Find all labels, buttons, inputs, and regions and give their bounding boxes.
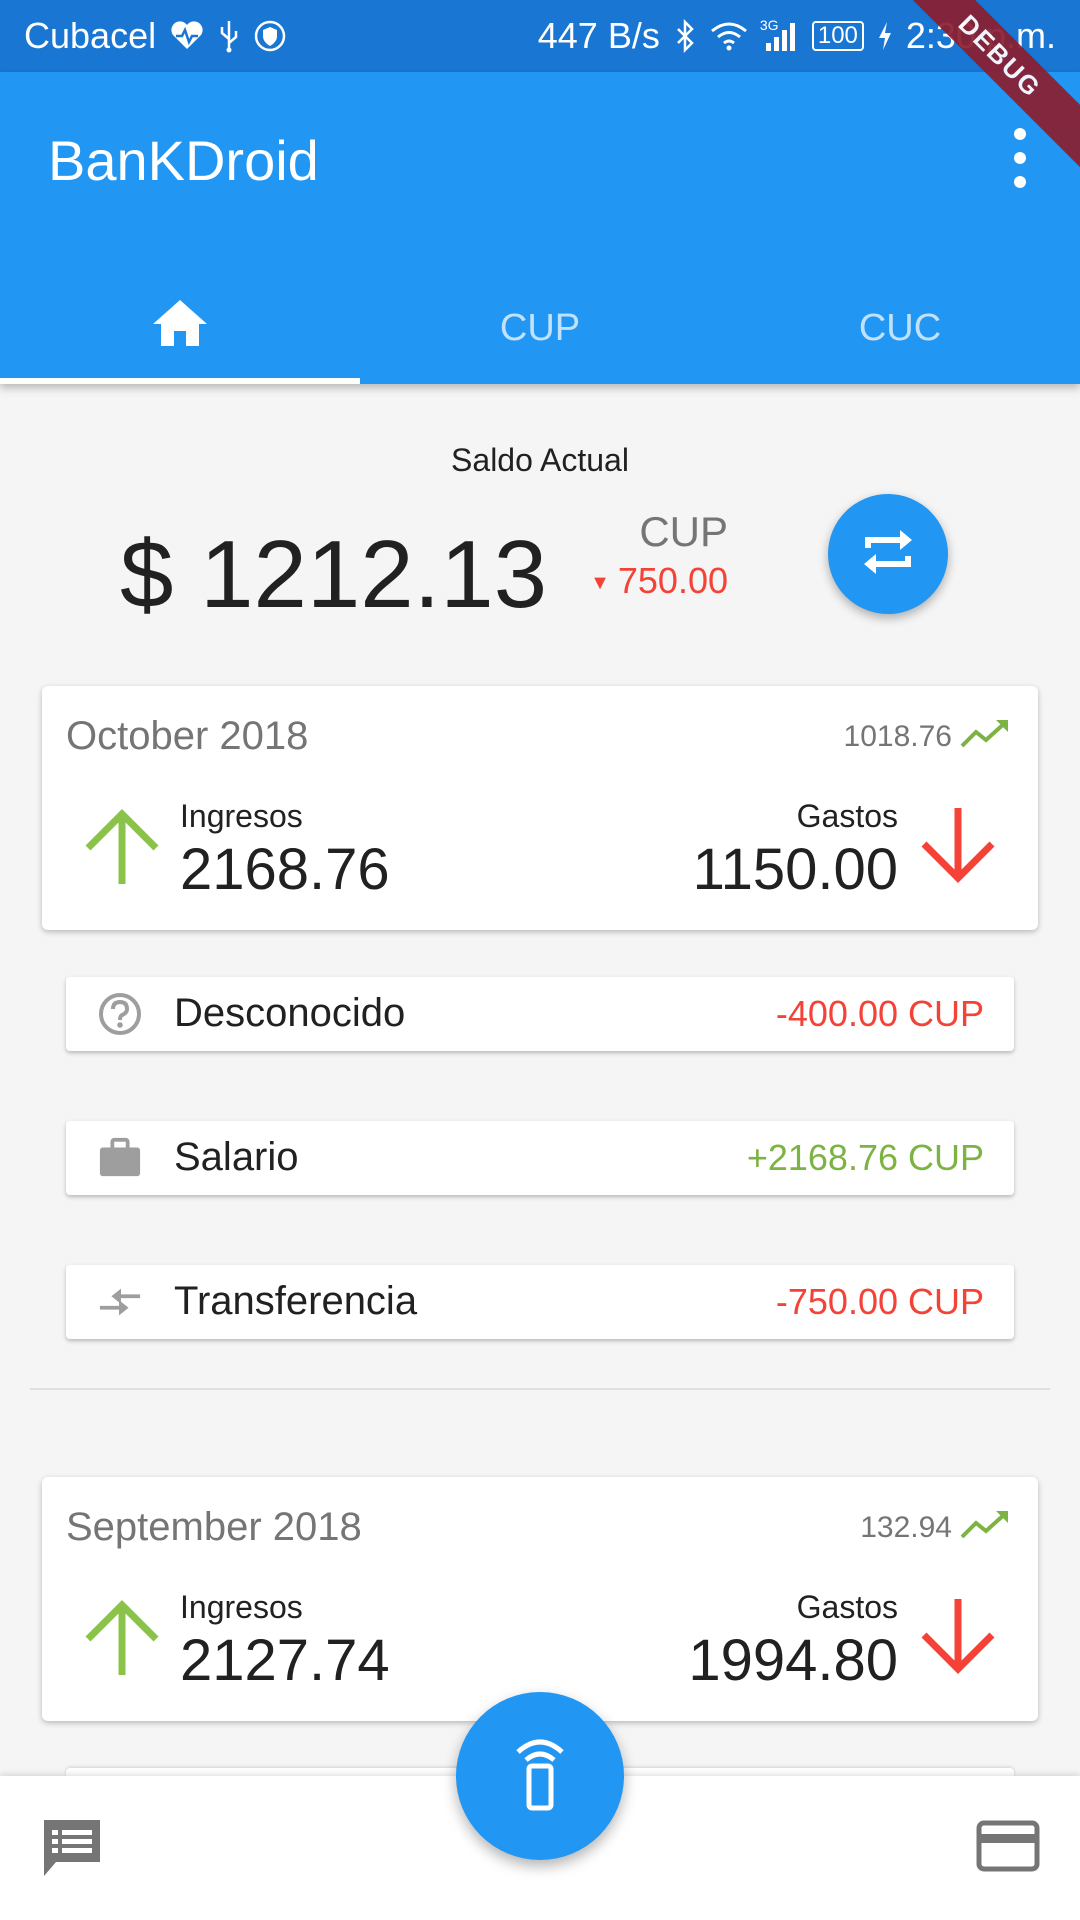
tab-bar: CUP CUC	[0, 272, 1080, 384]
overflow-menu-button[interactable]	[1000, 128, 1040, 188]
menu-dot-icon	[1014, 128, 1026, 140]
arrow-up-icon	[82, 806, 162, 891]
transaction-label: Desconocido	[174, 991, 406, 1035]
arrow-up-icon	[82, 1597, 162, 1682]
month-delta: 132.94	[860, 1509, 1010, 1547]
messages-list-icon[interactable]	[40, 1816, 104, 1885]
income-label: Ingresos	[180, 1589, 303, 1625]
arrow-down-icon	[918, 806, 998, 891]
month-card-september[interactable]: September 2018 132.94 Ingresos 2127.74 G…	[42, 1477, 1038, 1721]
balance-amount: $ 1212.13	[120, 521, 548, 628]
tab-cup[interactable]: CUP	[360, 272, 720, 384]
briefcase-icon	[98, 1136, 142, 1180]
shield-icon	[254, 19, 286, 53]
wifi-icon	[710, 21, 748, 51]
decrease-triangle-icon: ▼	[590, 571, 610, 594]
tab-cuc[interactable]: CUC	[720, 272, 1080, 384]
month-delta-value: 1018.76	[843, 720, 952, 753]
charging-icon	[878, 22, 892, 50]
income-value: 2168.76	[180, 837, 390, 902]
balance-change-value: 750.00	[617, 560, 728, 601]
section-divider	[30, 1388, 1050, 1390]
transaction-row-desconocido[interactable]: Desconocido -400.00 CUP	[66, 977, 1014, 1051]
month-name: October 2018	[66, 714, 309, 758]
trending-up-icon	[960, 1509, 1010, 1547]
month-delta-value: 132.94	[860, 1511, 952, 1544]
menu-dot-icon	[1014, 152, 1026, 164]
balance-currency: CUP	[639, 508, 728, 555]
expense-value: 1150.00	[692, 837, 898, 902]
arrow-down-icon	[918, 1597, 998, 1682]
credit-card-icon[interactable]	[976, 1820, 1040, 1877]
transaction-amount: -400.00 CUP	[775, 993, 984, 1034]
balance-label: Saldo Actual	[451, 442, 629, 478]
swap-currency-button[interactable]	[828, 494, 948, 614]
transfer-icon	[98, 1280, 142, 1324]
income-value: 2127.74	[180, 1628, 390, 1693]
transaction-amount: -750.00 CUP	[775, 1281, 984, 1322]
app-title: BanKDroid	[48, 129, 319, 192]
app-bar: BanKDroid CUP CUC	[0, 72, 1080, 384]
signal-icon: 3G	[760, 17, 798, 51]
expense-value: 1994.80	[688, 1628, 898, 1693]
carrier-name: Cubacel	[24, 15, 157, 56]
usb-icon	[218, 19, 240, 53]
help-circle-icon	[98, 992, 142, 1036]
phone-signal-icon	[512, 1736, 568, 1817]
tab-cuc-label: CUC	[858, 306, 942, 349]
transaction-amount: +2168.76 CUP	[746, 1137, 984, 1178]
menu-dot-icon	[1014, 176, 1026, 188]
month-card-october[interactable]: October 2018 1018.76 Ingresos 2168.76 Ga…	[42, 686, 1038, 930]
transaction-label: Transferencia	[174, 1279, 418, 1323]
transaction-row-salario[interactable]: Salario +2168.76 CUP	[66, 1121, 1014, 1195]
swap-icon	[858, 524, 918, 585]
balance-change: ▼ 750.00	[560, 560, 728, 602]
home-icon	[151, 298, 209, 358]
remote-phone-button[interactable]	[456, 1692, 624, 1860]
transaction-row-transferencia[interactable]: Transferencia -750.00 CUP	[66, 1265, 1014, 1339]
tab-cup-label: CUP	[499, 306, 581, 349]
transaction-label: Salario	[174, 1135, 299, 1179]
bluetooth-icon	[674, 19, 696, 53]
month-name: September 2018	[66, 1505, 362, 1549]
income-label: Ingresos	[180, 798, 303, 834]
tab-home[interactable]	[0, 272, 360, 384]
month-delta: 1018.76	[844, 718, 1010, 756]
trending-up-icon	[960, 718, 1010, 756]
battery-level: 100	[817, 22, 858, 49]
expense-label: Gastos	[796, 1589, 898, 1625]
status-bar: Cubacel 447 B/s 3G 100 2:30 p.m.	[0, 0, 1080, 72]
battery-icon: 100	[811, 21, 864, 51]
health-icon	[170, 21, 204, 51]
net-speed: 447 B/s	[537, 15, 660, 56]
expense-label: Gastos	[796, 798, 898, 834]
network-type: 3G	[759, 17, 779, 33]
